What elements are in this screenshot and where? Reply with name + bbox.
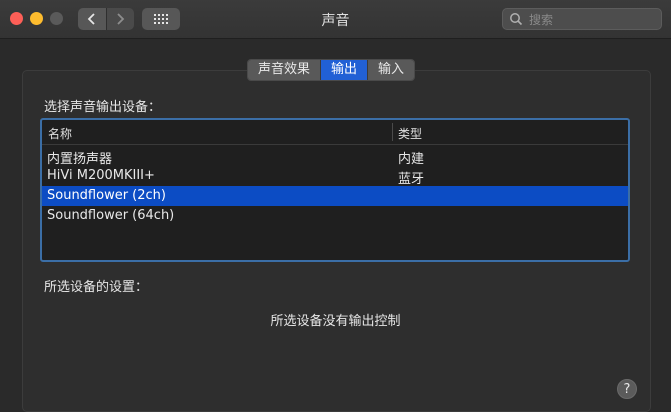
device-type: 蓝牙: [398, 172, 425, 187]
search-input[interactable]: [527, 11, 661, 29]
show-all-button[interactable]: [142, 8, 180, 30]
tab-output[interactable]: 输出: [320, 60, 368, 80]
output-device-table: 名称 类型 内置扬声器 内建 HiVi M200MKIII+ 蓝牙 Soundf…: [40, 118, 630, 262]
table-row[interactable]: HiVi M200MKIII+ 蓝牙: [42, 166, 628, 187]
tab-sound-effects[interactable]: 声音效果: [248, 60, 321, 80]
navigation-buttons: [78, 8, 134, 30]
back-icon: [87, 13, 95, 25]
table-header: 名称 类型: [42, 120, 628, 145]
device-name: HiVi M200MKIII+: [47, 168, 155, 183]
table-row[interactable]: 内置扬声器 内建: [42, 146, 628, 167]
grid-icon: [154, 14, 168, 24]
no-output-controls-message: 所选设备没有输出控制: [270, 314, 401, 329]
zoom-window-button[interactable]: [50, 12, 63, 25]
tab-bar: 声音效果 输出 输入: [247, 59, 416, 81]
forward-icon: [117, 13, 125, 25]
device-name: Soundflower (64ch): [47, 208, 175, 223]
selected-device-settings-label: 所选设备的设置：: [44, 280, 149, 295]
forward-button[interactable]: [105, 8, 134, 30]
device-name: 内置扬声器: [47, 152, 113, 167]
close-window-button[interactable]: [10, 12, 23, 25]
column-header-type[interactable]: 类型: [398, 125, 422, 142]
help-button[interactable]: ?: [617, 379, 637, 399]
device-name: Soundflower (2ch): [47, 188, 166, 203]
title-bar: 声音: [0, 0, 671, 39]
tab-input[interactable]: 输入: [367, 60, 415, 80]
search-field[interactable]: [502, 8, 662, 30]
table-row-selected[interactable]: Soundflower (2ch): [42, 186, 628, 206]
back-button[interactable]: [78, 8, 106, 30]
column-header-name[interactable]: 名称: [48, 125, 72, 142]
device-type: 内建: [398, 152, 425, 167]
search-icon: [510, 13, 523, 26]
minimize-window-button[interactable]: [30, 12, 43, 25]
table-row[interactable]: Soundflower (64ch): [42, 206, 628, 226]
column-divider: [392, 123, 393, 141]
select-output-device-label: 选择声音输出设备：: [44, 100, 162, 115]
